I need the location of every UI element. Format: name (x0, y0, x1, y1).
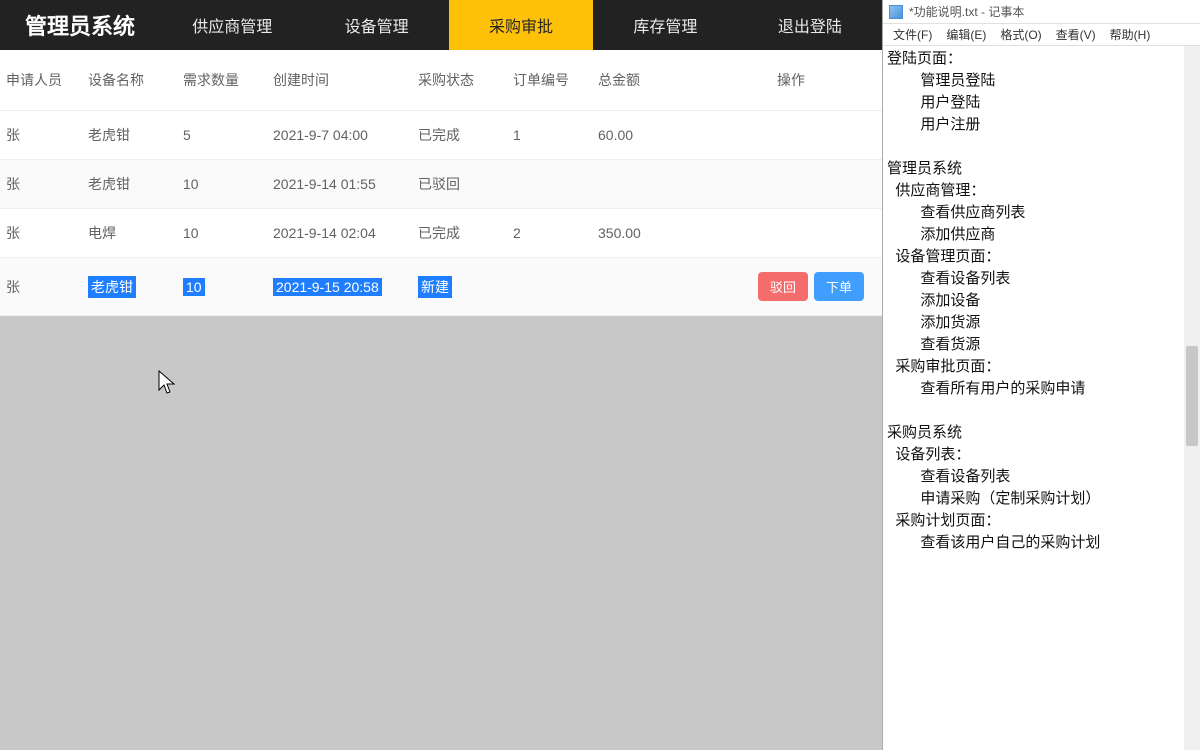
notepad-scrollbar[interactable] (1184, 46, 1200, 750)
reject-button[interactable]: 驳回 (758, 272, 808, 301)
cell: 350.00 (590, 209, 700, 258)
approval-table: 申请人员 设备名称 需求数量 创建时间 采购状态 订单编号 总金额 操作 张老虎… (0, 50, 882, 316)
cell: 张 (0, 160, 80, 209)
col-op: 操作 (700, 50, 882, 111)
notepad-text[interactable]: 登陆页面： 管理员登陆 用户登陆 用户注册 管理员系统 供应商管理： 查看供应商… (883, 46, 1200, 554)
approval-table-container: 申请人员 设备名称 需求数量 创建时间 采购状态 订单编号 总金额 操作 张老虎… (0, 50, 882, 316)
nav-equipment[interactable]: 设备管理 (304, 0, 448, 50)
notepad-titlebar[interactable]: *功能说明.txt - 记事本 (883, 0, 1200, 24)
menu-help[interactable]: 帮助(H) (1110, 26, 1151, 43)
cell: 10 (175, 209, 265, 258)
col-order: 订单编号 (505, 50, 590, 111)
menu-format[interactable]: 格式(O) (1000, 26, 1041, 43)
cell: 10 (175, 160, 265, 209)
top-nav: 管理员系统 供应商管理 设备管理 采购审批 库存管理 退出登陆 (0, 0, 882, 50)
table-row[interactable]: 张电焊102021-9-14 02:04已完成2350.00 (0, 209, 882, 258)
col-applicant: 申请人员 (0, 50, 80, 111)
menu-file[interactable]: 文件(F) (893, 26, 932, 43)
cell: 新建 (410, 258, 505, 316)
cell: 2 (505, 209, 590, 258)
cell: 张 (0, 111, 80, 160)
cell (590, 258, 700, 316)
cell-actions (700, 209, 882, 258)
col-time: 创建时间 (265, 50, 410, 111)
cell: 张 (0, 209, 80, 258)
cell-actions: 驳回下单 (700, 258, 882, 316)
cell: 60.00 (590, 111, 700, 160)
cell: 2021-9-7 04:00 (265, 111, 410, 160)
cell (505, 160, 590, 209)
cell-actions (700, 111, 882, 160)
cell-actions (700, 160, 882, 209)
brand-title: 管理员系统 (0, 0, 160, 50)
col-device: 设备名称 (80, 50, 175, 111)
cell: 已完成 (410, 209, 505, 258)
nav-approval[interactable]: 采购审批 (449, 0, 593, 50)
nav-logout[interactable]: 退出登陆 (738, 0, 882, 50)
cell: 10 (175, 258, 265, 316)
cell: 老虎钳 (80, 258, 175, 316)
cell: 2021-9-14 02:04 (265, 209, 410, 258)
notepad-window: *功能说明.txt - 记事本 文件(F) 编辑(E) 格式(O) 查看(V) … (882, 0, 1200, 750)
nav-inventory[interactable]: 库存管理 (593, 0, 737, 50)
col-qty: 需求数量 (175, 50, 265, 111)
menu-view[interactable]: 查看(V) (1056, 26, 1096, 43)
cell: 老虎钳 (80, 160, 175, 209)
cell: 2021-9-15 20:58 (265, 258, 410, 316)
cell: 老虎钳 (80, 111, 175, 160)
cell: 5 (175, 111, 265, 160)
cell: 已驳回 (410, 160, 505, 209)
notepad-icon (889, 5, 903, 19)
col-amount: 总金额 (590, 50, 700, 111)
cell: 电焊 (80, 209, 175, 258)
menu-edit[interactable]: 编辑(E) (946, 26, 986, 43)
table-header-row: 申请人员 设备名称 需求数量 创建时间 采购状态 订单编号 总金额 操作 (0, 50, 882, 111)
cell (505, 258, 590, 316)
table-row[interactable]: 张老虎钳102021-9-14 01:55已驳回 (0, 160, 882, 209)
cell: 张 (0, 258, 80, 316)
table-row[interactable]: 张老虎钳52021-9-7 04:00已完成160.00 (0, 111, 882, 160)
table-row[interactable]: 张老虎钳102021-9-15 20:58新建 驳回下单 (0, 258, 882, 316)
notepad-scroll-thumb[interactable] (1186, 346, 1198, 446)
order-button[interactable]: 下单 (814, 272, 864, 301)
cell: 已完成 (410, 111, 505, 160)
admin-app-window: 管理员系统 供应商管理 设备管理 采购审批 库存管理 退出登陆 申请人员 设备名… (0, 0, 882, 750)
cell: 1 (505, 111, 590, 160)
cell: 2021-9-14 01:55 (265, 160, 410, 209)
notepad-body: 登陆页面： 管理员登陆 用户登陆 用户注册 管理员系统 供应商管理： 查看供应商… (883, 46, 1200, 750)
col-status: 采购状态 (410, 50, 505, 111)
notepad-title: *功能说明.txt - 记事本 (909, 3, 1024, 20)
nav-supplier[interactable]: 供应商管理 (160, 0, 304, 50)
mouse-cursor-icon (158, 370, 176, 396)
cell (590, 160, 700, 209)
notepad-menu: 文件(F) 编辑(E) 格式(O) 查看(V) 帮助(H) (883, 24, 1200, 46)
